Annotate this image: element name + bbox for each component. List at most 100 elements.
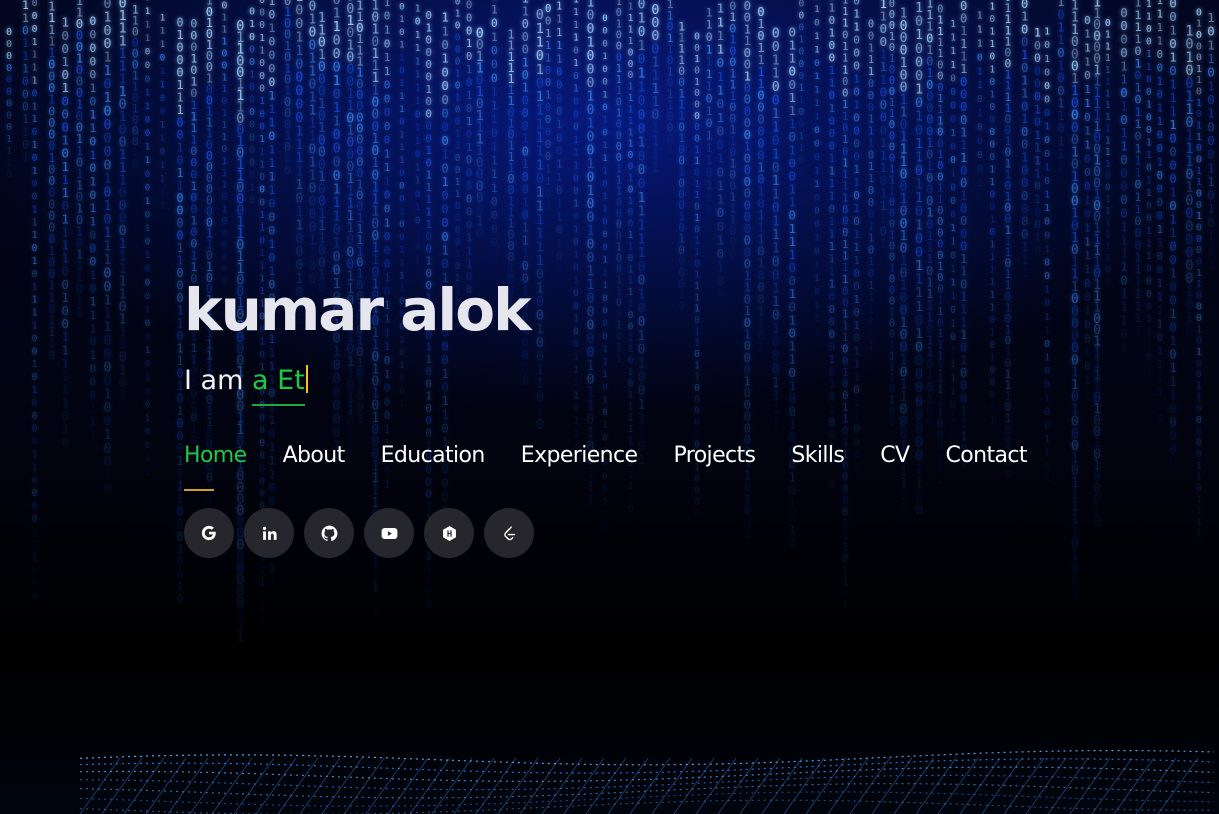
svg-text:1: 1 bbox=[1157, 35, 1163, 47]
svg-text:1: 1 bbox=[842, 169, 848, 181]
svg-text:1: 1 bbox=[853, 8, 860, 21]
svg-text:0: 0 bbox=[1157, 251, 1163, 263]
svg-text:0: 0 bbox=[425, 9, 432, 22]
svg-text:1: 1 bbox=[466, 63, 472, 76]
nav-home[interactable]: Home bbox=[184, 442, 247, 491]
svg-text:0: 0 bbox=[89, 281, 96, 295]
svg-text:1: 1 bbox=[814, 31, 820, 42]
svg-text:0: 0 bbox=[937, 127, 943, 139]
svg-text:1: 1 bbox=[1146, 188, 1152, 199]
svg-text:1: 1 bbox=[425, 255, 432, 268]
svg-text:0: 0 bbox=[1196, 415, 1202, 426]
svg-text:0: 0 bbox=[249, 157, 255, 168]
svg-text:1: 1 bbox=[1044, 244, 1050, 255]
svg-text:1: 1 bbox=[1146, 238, 1152, 249]
svg-text:0: 0 bbox=[1196, 143, 1202, 154]
svg-text:1: 1 bbox=[573, 7, 579, 18]
svg-text:1: 1 bbox=[455, 177, 461, 188]
svg-text:0: 0 bbox=[32, 501, 38, 512]
svg-text:0: 0 bbox=[799, 155, 805, 166]
leetcode-link-button[interactable] bbox=[484, 508, 534, 558]
svg-text:0: 0 bbox=[950, 182, 956, 193]
svg-text:0: 0 bbox=[466, 154, 472, 167]
svg-text:1: 1 bbox=[1105, 253, 1111, 264]
svg-text:0: 0 bbox=[977, 192, 983, 203]
svg-text:0: 0 bbox=[491, 236, 498, 250]
svg-text:1: 1 bbox=[638, 11, 646, 26]
svg-text:1: 1 bbox=[628, 173, 634, 184]
svg-text:0: 0 bbox=[415, 109, 421, 120]
svg-text:1: 1 bbox=[1105, 241, 1111, 252]
svg-text:0: 0 bbox=[466, 218, 472, 231]
svg-text:1: 1 bbox=[32, 295, 38, 306]
svg-text:0: 0 bbox=[145, 333, 150, 343]
svg-text:0: 0 bbox=[1196, 370, 1202, 381]
svg-text:1: 1 bbox=[384, 65, 391, 78]
svg-text:1: 1 bbox=[145, 143, 150, 153]
nav-projects[interactable]: Projects bbox=[673, 442, 756, 482]
svg-text:0: 0 bbox=[259, 185, 265, 196]
svg-text:1: 1 bbox=[145, 305, 150, 315]
svg-text:0: 0 bbox=[89, 14, 96, 28]
svg-text:1: 1 bbox=[829, 177, 836, 190]
linkedin-link-button[interactable] bbox=[244, 508, 294, 558]
svg-text:0: 0 bbox=[1185, 323, 1193, 339]
svg-text:0: 0 bbox=[1157, 130, 1163, 142]
svg-text:0: 0 bbox=[694, 134, 700, 145]
svg-text:1: 1 bbox=[466, 89, 472, 102]
svg-text:0: 0 bbox=[628, 207, 634, 218]
svg-text:0: 0 bbox=[259, 8, 265, 19]
nav-education[interactable]: Education bbox=[381, 442, 486, 482]
svg-text:0: 0 bbox=[1146, 87, 1152, 98]
svg-text:1: 1 bbox=[829, 77, 836, 90]
svg-text:1: 1 bbox=[1084, 222, 1091, 235]
svg-text:0: 0 bbox=[455, 0, 461, 8]
svg-text:1: 1 bbox=[616, 164, 622, 175]
svg-text:1: 1 bbox=[6, 158, 12, 169]
svg-text:0: 0 bbox=[694, 88, 700, 99]
svg-text:0: 0 bbox=[853, 189, 860, 202]
nav-experience[interactable]: Experience bbox=[521, 442, 638, 482]
svg-text:1: 1 bbox=[842, 41, 848, 53]
svg-text:0: 0 bbox=[32, 346, 38, 357]
svg-text:1: 1 bbox=[491, 98, 498, 112]
svg-text:0: 0 bbox=[160, 107, 165, 117]
svg-text:1: 1 bbox=[545, 51, 551, 64]
svg-text:0: 0 bbox=[268, 8, 275, 22]
svg-text:0: 0 bbox=[384, 10, 391, 23]
svg-text:0: 0 bbox=[399, 233, 404, 243]
svg-text:1: 1 bbox=[950, 46, 956, 57]
github-link-button[interactable] bbox=[304, 508, 354, 558]
nav-contact[interactable]: Contact bbox=[946, 442, 1028, 482]
svg-text:1: 1 bbox=[1196, 347, 1202, 358]
svg-text:1: 1 bbox=[399, 130, 404, 140]
nav-about[interactable]: About bbox=[283, 442, 346, 482]
svg-text:0: 0 bbox=[259, 615, 265, 626]
svg-text:1: 1 bbox=[160, 188, 165, 198]
svg-text:0: 0 bbox=[1196, 290, 1202, 301]
svg-text:0: 0 bbox=[602, 230, 607, 240]
svg-text:0: 0 bbox=[853, 215, 860, 228]
svg-text:0: 0 bbox=[868, 209, 874, 221]
svg-text:1: 1 bbox=[259, 602, 265, 613]
svg-text:1: 1 bbox=[573, 33, 579, 44]
youtube-link-button[interactable] bbox=[364, 508, 414, 558]
svg-text:1: 1 bbox=[1196, 279, 1202, 290]
hashnode-link-button[interactable] bbox=[424, 508, 474, 558]
svg-text:0: 0 bbox=[950, 73, 956, 84]
svg-text:1: 1 bbox=[268, 237, 275, 251]
svg-text:1: 1 bbox=[573, 224, 579, 235]
svg-text:1: 1 bbox=[829, 165, 836, 178]
svg-text:0: 0 bbox=[132, 157, 139, 171]
svg-text:1: 1 bbox=[455, 129, 461, 140]
svg-text:1: 1 bbox=[32, 63, 38, 74]
svg-text:1: 1 bbox=[1044, 27, 1050, 38]
svg-text:0: 0 bbox=[259, 84, 265, 95]
svg-text:0: 0 bbox=[1196, 245, 1202, 256]
svg-text:0: 0 bbox=[868, 19, 874, 31]
svg-text:1: 1 bbox=[236, 630, 244, 646]
svg-text:0: 0 bbox=[977, 94, 983, 105]
google-link-button[interactable] bbox=[184, 508, 234, 558]
nav-skills[interactable]: Skills bbox=[791, 442, 845, 482]
nav-cv[interactable]: CV bbox=[880, 442, 910, 482]
